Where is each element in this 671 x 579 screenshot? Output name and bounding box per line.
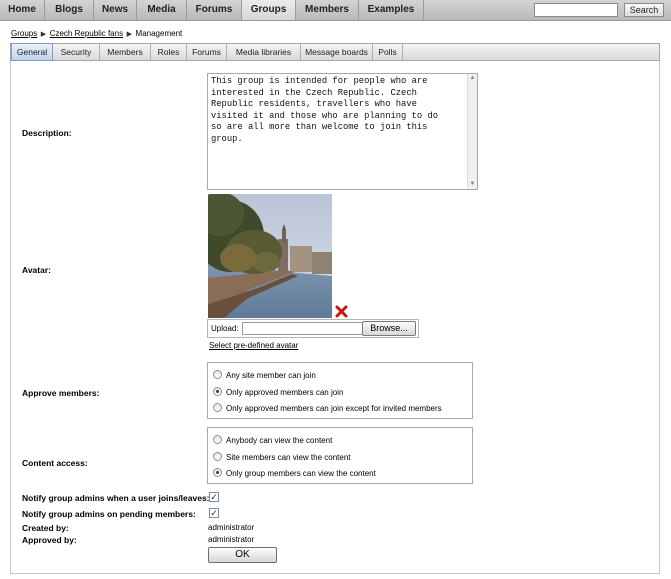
content-option-site-members[interactable]: Site members can view the content xyxy=(213,452,351,464)
radio-button-checked[interactable] xyxy=(213,468,222,477)
content-option-group-members[interactable]: Only group members can view the content xyxy=(213,468,376,480)
breadcrumb-groups-link[interactable]: Groups xyxy=(11,29,37,38)
tab-general[interactable]: General xyxy=(11,43,53,61)
triangle-right-icon: ▶ xyxy=(126,31,132,38)
ok-button[interactable]: OK xyxy=(208,547,277,563)
description-textarea[interactable]: This group is intended for people who ar… xyxy=(207,73,478,190)
approved-by-label: Approved by: xyxy=(22,535,77,545)
nav-news[interactable]: News xyxy=(94,0,137,20)
created-by-value: administrator xyxy=(208,523,255,532)
upload-file-input[interactable] xyxy=(242,322,363,335)
approve-option-any[interactable]: Any site member can join xyxy=(213,370,316,382)
upload-control: Upload: Browse... xyxy=(207,319,419,338)
tab-members[interactable]: Members xyxy=(100,44,151,60)
avatar-label: Avatar: xyxy=(22,265,51,275)
content-option-anybody[interactable]: Anybody can view the content xyxy=(213,435,332,447)
radio-button[interactable] xyxy=(213,370,222,379)
created-by-label: Created by: xyxy=(22,523,69,533)
tab-roles[interactable]: Roles xyxy=(151,44,187,60)
notify-joins-checkbox[interactable]: ✓ xyxy=(209,492,219,502)
approve-members-label: Approve members: xyxy=(22,388,100,398)
notify-pending-label: Notify group admins on pending members: xyxy=(22,509,196,519)
select-predefined-avatar-link[interactable]: Select pre-defined avatar xyxy=(209,341,298,350)
radio-button[interactable] xyxy=(213,403,222,412)
content-access-label: Content access: xyxy=(22,458,88,468)
breadcrumb: Groups ▶ Czech Republic fans ▶ Managemen… xyxy=(11,28,182,40)
browse-button[interactable]: Browse... xyxy=(362,321,416,336)
scroll-down-icon[interactable]: ▼ xyxy=(468,180,477,189)
radio-button[interactable] xyxy=(213,452,222,461)
delete-x-icon[interactable] xyxy=(335,305,348,318)
tab-polls[interactable]: Polls xyxy=(373,44,403,60)
tab-security[interactable]: Security xyxy=(53,44,100,60)
search-input[interactable] xyxy=(534,3,618,17)
upload-label: Upload: xyxy=(211,324,239,333)
approve-option-invited-label: Only approved members can join except fo… xyxy=(226,404,442,413)
avatar-photo xyxy=(208,194,332,318)
top-navigation: Home Blogs News Media Forums Groups Memb… xyxy=(0,0,671,21)
description-scrollbar[interactable]: ▲ ▼ xyxy=(467,74,477,189)
triangle-right-icon: ▶ xyxy=(40,31,47,38)
approve-members-group: Any site member can join Only approved m… xyxy=(207,362,473,419)
approve-option-invited[interactable]: Only approved members can join except fo… xyxy=(213,403,442,415)
tab-message-boards[interactable]: Message boards xyxy=(301,44,373,60)
tab-media-libraries[interactable]: Media libraries xyxy=(227,44,301,60)
breadcrumb-current: Management xyxy=(135,29,183,38)
nav-groups[interactable]: Groups xyxy=(242,0,296,20)
content-option-anybody-label: Anybody can view the content xyxy=(226,436,333,445)
approve-option-approved[interactable]: Only approved members can join xyxy=(213,387,343,399)
description-text: This group is intended for people who ar… xyxy=(211,76,438,144)
notify-joins-label: Notify group admins when a user joins/le… xyxy=(22,493,210,503)
avatar-image xyxy=(208,194,332,318)
nav-media[interactable]: Media xyxy=(137,0,187,20)
radio-button-checked[interactable] xyxy=(213,387,222,396)
search-button[interactable]: Search xyxy=(624,3,664,17)
approve-option-any-label: Any site member can join xyxy=(226,371,316,380)
nav-forums[interactable]: Forums xyxy=(187,0,242,20)
nav-home[interactable]: Home xyxy=(0,0,45,20)
approve-option-approved-label: Only approved members can join xyxy=(226,388,344,397)
notify-pending-checkbox[interactable]: ✓ xyxy=(209,508,219,518)
content-option-group-members-label: Only group members can view the content xyxy=(226,469,376,478)
approved-by-value: administrator xyxy=(208,535,255,544)
tab-forums[interactable]: Forums xyxy=(187,44,227,60)
description-label: Description: xyxy=(22,128,72,138)
content-option-site-members-label: Site members can view the content xyxy=(226,453,351,462)
nav-members[interactable]: Members xyxy=(296,0,359,20)
content-access-group: Anybody can view the content Site member… xyxy=(207,427,473,484)
nav-examples[interactable]: Examples xyxy=(359,0,424,20)
scroll-up-icon[interactable]: ▲ xyxy=(468,74,477,83)
nav-blogs[interactable]: Blogs xyxy=(45,0,94,20)
breadcrumb-group-link[interactable]: Czech Republic fans xyxy=(50,29,123,38)
radio-button[interactable] xyxy=(213,435,222,444)
management-tabs: General Security Members Roles Forums Me… xyxy=(10,43,660,61)
